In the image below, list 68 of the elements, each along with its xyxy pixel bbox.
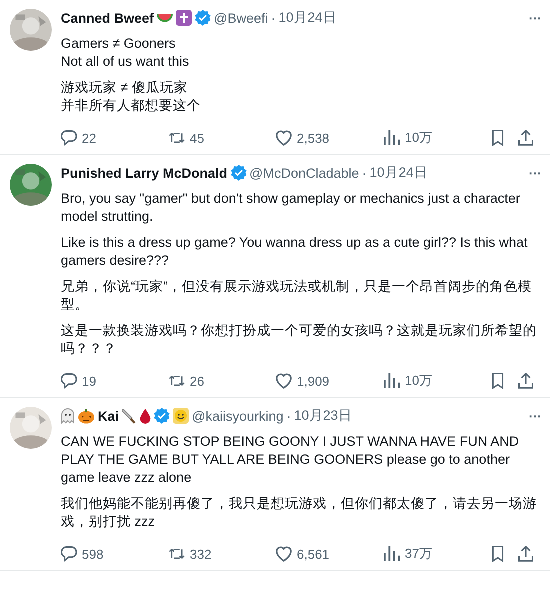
share-button[interactable] (518, 373, 534, 389)
repost-icon (169, 373, 185, 389)
author-name[interactable]: Kai (98, 408, 120, 424)
bookmark-button[interactable] (490, 373, 506, 389)
repost-button[interactable]: 26 (169, 373, 204, 389)
like-button[interactable]: 6,561 (276, 546, 330, 562)
post-text: Not all of us want this (61, 53, 190, 71)
share-icon (518, 130, 534, 146)
share-button[interactable] (518, 130, 534, 146)
repost-button[interactable]: 332 (169, 546, 212, 562)
author-name[interactable]: Canned Bweef (61, 10, 154, 26)
bookmark-button[interactable] (490, 546, 506, 562)
post-text: Bro, you say "gamer" but don't show gameplay or mechanics just a character model strutting. (61, 190, 522, 226)
author-handle[interactable]: @Bweefi (214, 10, 268, 26)
post-text: Gamers ≠ Gooners (61, 35, 177, 53)
more-button[interactable]: ··· (529, 10, 542, 26)
post-text: 这是一款换装游戏吗？你想打扮成一个可爱的女孩吗？这就是玩家们所希望的吗？？？ (61, 322, 538, 358)
separator-dot: · (286, 408, 292, 424)
repost-button[interactable]: 45 (169, 130, 204, 146)
bar-chart-icon (384, 373, 400, 389)
repost-icon (169, 546, 185, 562)
views-button[interactable]: 10万 (384, 129, 432, 147)
post-text: 游戏玩家 ≠ 傻瓜玩家 (61, 79, 189, 97)
share-icon (518, 546, 534, 562)
cross-icon (176, 10, 192, 26)
views-button[interactable]: 37万 (384, 545, 432, 563)
reply-icon (61, 130, 77, 146)
post-text: 兄弟，你说“玩家”，但没有展示游戏玩法或机制，只是一个昂首阔步的角色模型。 (61, 278, 533, 314)
pumpkin-icon (78, 408, 95, 424)
author-name[interactable]: Punished Larry McDonald (61, 166, 228, 180)
heart-icon (276, 373, 292, 389)
bookmark-icon (490, 373, 506, 389)
reply-button[interactable]: 598 (61, 546, 104, 562)
post-text: Like is this a dress up game? You wanna dress up as a cute girl?? Is this what gamers desire??? (61, 234, 529, 270)
share-icon (518, 373, 534, 389)
author-handle[interactable]: @McDonCladable (250, 166, 360, 180)
heart-icon (276, 546, 292, 562)
repost-icon (169, 130, 185, 146)
reply-button[interactable]: 19 (61, 373, 96, 389)
post-text: CAN WE FUCKING STOP BEING GOONY I JUST WANNA HAVE FUN AND PLAY THE GAME BUT YALL ARE BEING GOONERS please go to another game leave zzz alone (61, 433, 520, 487)
author-handle[interactable]: @kaiisyourking (192, 408, 284, 424)
drop-icon (140, 408, 152, 424)
watermelon-icon (157, 14, 174, 22)
like-button[interactable]: 2,538 (276, 130, 330, 146)
smiley-icon (173, 408, 190, 424)
ghost-icon (61, 408, 75, 424)
heart-icon (276, 130, 292, 146)
post-text: 我们他妈能不能别再傻了，我只是想玩游戏，但你们都太傻了，请去另一场游戏，别打扰 zzz (61, 495, 538, 531)
separator-dot: · (362, 166, 367, 180)
bookmark-icon (490, 546, 506, 562)
reply-icon (61, 546, 77, 562)
more-button[interactable]: ··· (529, 408, 542, 424)
bookmark-icon (490, 130, 506, 146)
more-button[interactable]: ··· (529, 166, 542, 180)
post-date[interactable]: 10月23日 (294, 407, 352, 425)
share-button[interactable] (518, 546, 534, 562)
views-button[interactable]: 10万 (384, 372, 432, 390)
like-button[interactable]: 1,909 (276, 373, 330, 389)
post-date[interactable]: 10月24日 (278, 9, 337, 27)
bar-chart-icon (384, 130, 400, 146)
reply-button[interactable]: 22 (61, 130, 96, 146)
post-date[interactable]: 10月24日 (370, 164, 428, 182)
bar-chart-icon (384, 546, 400, 562)
separator-dot: · (271, 10, 276, 26)
post-text: 并非所有人都想要这个 (61, 97, 202, 115)
bookmark-button[interactable] (490, 130, 506, 146)
knife-icon (122, 408, 138, 424)
reply-icon (61, 373, 77, 389)
